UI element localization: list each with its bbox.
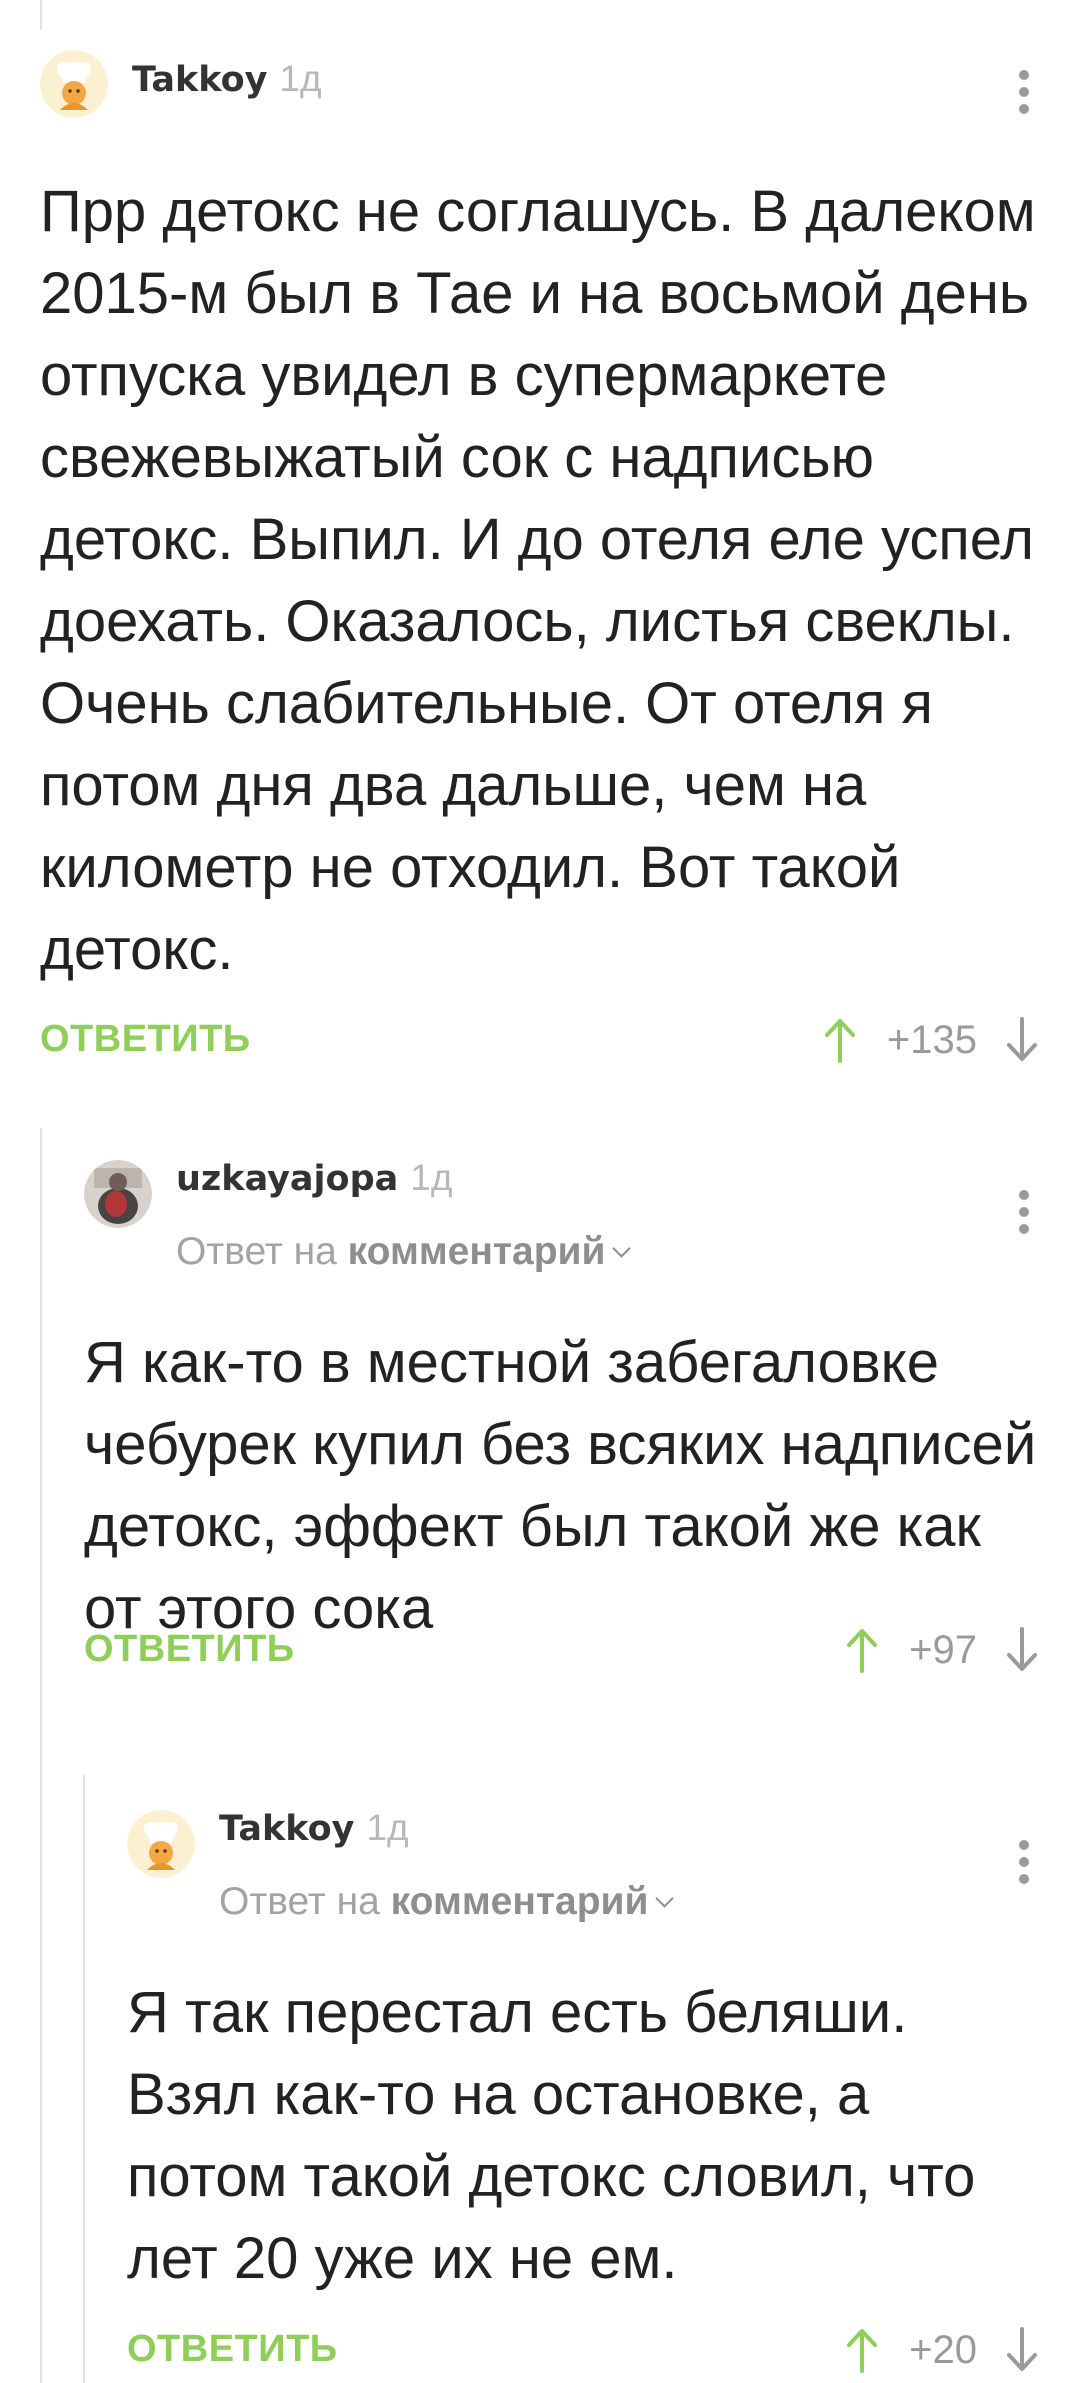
comment-text: Прр детокс не соглашусь. В далеком 2015-…: [40, 179, 1036, 982]
comment-actions: ОТВЕТИТЬ +20: [127, 2320, 1069, 2380]
more-vertical-icon[interactable]: [1009, 1832, 1039, 1892]
vote-controls: +20: [845, 2320, 1039, 2380]
comment-2: uzkayajopa 1д Ответ на комментарий Я как-…: [84, 1157, 1069, 1673]
author-name[interactable]: Takkoy 1д: [132, 58, 322, 100]
comment-1: Takkoy 1д Прр детокс не соглашусь. В дале…: [40, 50, 1069, 1063]
vote-controls: +135: [823, 1010, 1039, 1070]
thread-line-top: [40, 0, 42, 30]
thread-line-level-1: [40, 1128, 42, 2383]
reply-to-line: Ответ на комментарий: [176, 1230, 632, 1274]
reply-button[interactable]: ОТВЕТИТЬ: [84, 1628, 295, 1671]
reply-button[interactable]: ОТВЕТИТЬ: [40, 1018, 251, 1061]
downvote-arrow-icon[interactable]: [1005, 1017, 1039, 1063]
comment-text: Я как-то в местной забегаловке чебурек к…: [84, 1330, 1037, 1641]
comment-actions: ОТВЕТИТЬ +97: [84, 1620, 1069, 1680]
upvote-arrow-icon[interactable]: [845, 1627, 879, 1673]
thread-line-level-2: [83, 1775, 85, 2383]
avatar-cook-icon: [127, 1810, 195, 1878]
upvote-arrow-icon[interactable]: [823, 1017, 857, 1063]
comment-text: Я так перестал есть беляши. Взял как-то …: [127, 1980, 976, 2291]
upvote-arrow-icon[interactable]: [845, 2327, 879, 2373]
comment-3: Takkoy 1д Ответ на комментарий Я так пере…: [127, 1807, 1069, 2373]
author-name[interactable]: uzkayajopa 1д: [176, 1157, 452, 1199]
avatar-photo-image: [84, 1160, 152, 1228]
more-vertical-icon[interactable]: [1009, 62, 1039, 122]
comment-time: 1д: [279, 58, 322, 99]
avatar[interactable]: [127, 1810, 195, 1878]
reply-to-prefix: Ответ на: [176, 1230, 337, 1273]
author-name[interactable]: Takkoy 1д: [219, 1807, 409, 1849]
comment-score: +97: [909, 1627, 977, 1672]
comment-time: 1д: [410, 1157, 453, 1198]
comment-actions: ОТВЕТИТЬ +135: [40, 1010, 1069, 1070]
comment-score: +135: [886, 1017, 977, 1062]
reply-to-line: Ответ на комментарий: [219, 1880, 675, 1924]
downvote-arrow-icon[interactable]: [1005, 1627, 1039, 1673]
comment-time: 1д: [366, 1807, 409, 1848]
reply-to-prefix: Ответ на: [219, 1880, 380, 1923]
vote-controls: +97: [845, 1620, 1039, 1680]
comment-header: Takkoy 1д: [40, 50, 1069, 120]
chevron-down-icon[interactable]: [655, 1889, 675, 1908]
avatar-cook-icon: [40, 50, 108, 118]
avatar[interactable]: [40, 50, 108, 118]
reply-to-link[interactable]: комментарий: [391, 1880, 649, 1923]
more-vertical-icon[interactable]: [1009, 1182, 1039, 1242]
reply-to-link[interactable]: комментарий: [348, 1230, 606, 1273]
downvote-arrow-icon[interactable]: [1005, 2327, 1039, 2373]
comment-header: Takkoy 1д Ответ на комментарий: [127, 1807, 1069, 1923]
comment-score: +20: [909, 2327, 977, 2372]
comment-header: uzkayajopa 1д Ответ на комментарий: [84, 1157, 1069, 1273]
chevron-down-icon[interactable]: [612, 1239, 632, 1258]
avatar-photo[interactable]: [84, 1160, 152, 1228]
reply-button[interactable]: ОТВЕТИТЬ: [127, 2328, 338, 2371]
